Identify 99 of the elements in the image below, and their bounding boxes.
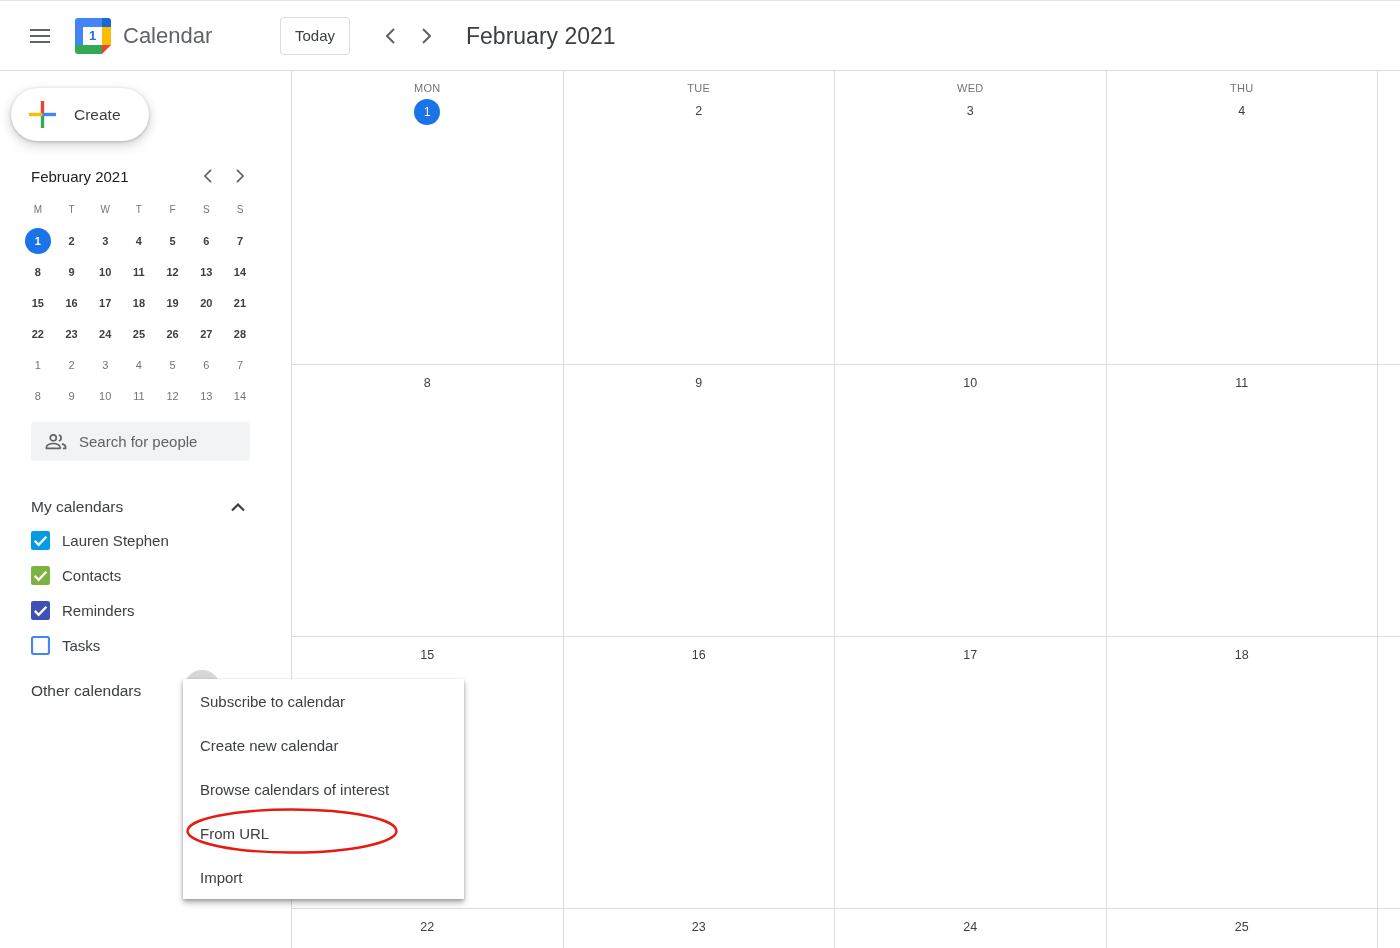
weekday-letter: T — [68, 203, 75, 216]
weekday-label: TUE — [687, 81, 711, 96]
date-number: 4 — [1237, 103, 1247, 120]
date-number: 16 — [690, 647, 707, 664]
mini-calendar-day[interactable]: 9 — [58, 258, 85, 285]
mini-calendar-day[interactable]: 14 — [226, 258, 253, 285]
date-number: 18 — [1233, 647, 1250, 664]
weekday-letter: S — [236, 203, 244, 216]
mini-calendar-day[interactable]: 25 — [125, 320, 152, 347]
calendar-name: Tasks — [62, 637, 101, 654]
weekday-letter: W — [100, 203, 110, 216]
weekday-letter: T — [135, 203, 142, 216]
mini-calendar-day[interactable]: 27 — [193, 320, 220, 347]
plus-icon — [29, 101, 56, 128]
mini-calendar-day[interactable]: 2 — [58, 351, 85, 378]
checkbox[interactable] — [31, 531, 50, 550]
date-number: 23 — [690, 919, 707, 936]
mini-calendar-day[interactable]: 2 — [58, 227, 85, 254]
mini-calendar-day[interactable]: 20 — [193, 289, 220, 316]
mini-calendar-day[interactable]: 14 — [226, 382, 253, 409]
mini-calendar-day[interactable]: 7 — [226, 227, 253, 254]
date-number: 10 — [962, 375, 979, 392]
menu-item[interactable]: Create new calendar — [183, 723, 464, 767]
mini-calendar-day[interactable]: 8 — [24, 382, 51, 409]
period-title: February 2021 — [466, 21, 616, 51]
mini-calendar-day[interactable]: 3 — [92, 351, 119, 378]
calendar-name: Contacts — [62, 567, 122, 584]
menu-item[interactable]: Import — [183, 855, 464, 899]
mini-calendar-day[interactable]: 13 — [193, 258, 220, 285]
mini-calendar-day[interactable]: 5 — [159, 227, 186, 254]
mini-calendar-day[interactable]: 22 — [24, 320, 51, 347]
date-number: 15 — [419, 647, 436, 664]
mini-calendar-day[interactable]: 6 — [193, 351, 220, 378]
people-search-field[interactable]: Search for people — [31, 422, 250, 461]
weekday-letter: F — [169, 203, 176, 216]
calendar-logo-icon — [75, 17, 111, 54]
section-title: My calendars — [31, 498, 124, 516]
weekday-label: THU — [1230, 81, 1254, 96]
date-number: 2 — [694, 103, 704, 120]
menu-item[interactable]: Subscribe to calendar — [183, 679, 464, 723]
checkbox[interactable] — [31, 566, 50, 585]
mini-calendar-day[interactable]: 18 — [125, 289, 152, 316]
calendar-name: Lauren Stephen — [62, 532, 169, 549]
date-number: 24 — [962, 919, 979, 936]
date-number: 11 — [1234, 375, 1250, 392]
mini-calendar-day[interactable]: 7 — [226, 351, 253, 378]
mini-calendar-day[interactable]: 4 — [125, 227, 152, 254]
mini-calendar-day[interactable]: 10 — [92, 382, 119, 409]
create-button[interactable]: Create — [11, 88, 149, 141]
mini-calendar-day[interactable]: 10 — [92, 258, 119, 285]
logo-day-number: 1 — [87, 27, 98, 43]
mini-calendar-day[interactable]: 16 — [58, 289, 85, 316]
people-icon — [45, 433, 67, 450]
chevron-left-icon — [385, 27, 395, 44]
weekday-label: MON — [413, 81, 441, 96]
mini-calendar-day[interactable]: 11 — [125, 382, 152, 409]
mini-calendar-day[interactable]: 4 — [125, 351, 152, 378]
weekday-label: WED — [956, 81, 984, 96]
mini-calendar-day[interactable]: 28 — [226, 320, 253, 347]
today-button[interactable]: Today — [280, 16, 351, 55]
mini-calendar-day[interactable]: 12 — [159, 258, 186, 285]
date-number: 8 — [422, 375, 432, 392]
mini-calendar-day[interactable]: 8 — [24, 258, 51, 285]
mini-calendar-day[interactable]: 24 — [92, 320, 119, 347]
mini-calendar-day[interactable]: 19 — [159, 289, 186, 316]
mini-calendar-day[interactable]: 6 — [193, 227, 220, 254]
weekday-letter: M — [33, 203, 42, 216]
mini-calendar-day[interactable]: 1 — [24, 227, 51, 254]
date-number: 25 — [1233, 919, 1250, 936]
date-number: 9 — [694, 375, 704, 392]
date-number: 17 — [962, 647, 979, 664]
section-title: Other calendars — [31, 682, 142, 700]
weekday-letter: S — [202, 203, 210, 216]
mini-calendar-day[interactable]: 15 — [24, 289, 51, 316]
menu-item[interactable]: Browse calendars of interest — [183, 767, 464, 811]
mini-calendar-day[interactable]: 5 — [159, 351, 186, 378]
mini-calendar-day[interactable]: 21 — [226, 289, 253, 316]
mini-calendar-day[interactable]: 23 — [58, 320, 85, 347]
mini-calendar-day[interactable]: 9 — [58, 382, 85, 409]
chevron-right-icon — [236, 169, 244, 183]
date-number: 3 — [965, 103, 975, 120]
date-number: 1 — [414, 99, 441, 125]
mini-calendar-day[interactable]: 13 — [193, 382, 220, 409]
mini-calendar-day[interactable]: 3 — [92, 227, 119, 254]
menu-item[interactable]: From URL — [183, 811, 464, 855]
mini-calendar-day[interactable]: 26 — [159, 320, 186, 347]
calendar-name: Reminders — [62, 602, 135, 619]
checkbox[interactable] — [31, 601, 50, 620]
mini-calendar-title: February 2021 — [31, 167, 129, 185]
checkbox[interactable] — [31, 636, 50, 655]
date-number: 22 — [419, 919, 436, 936]
app-name: Calendar — [123, 21, 213, 50]
chevron-right-icon — [421, 27, 431, 44]
mini-calendar-day[interactable]: 1 — [24, 351, 51, 378]
chevron-left-icon — [204, 169, 212, 183]
mini-calendar-day[interactable]: 17 — [92, 289, 119, 316]
mini-calendar-day[interactable]: 12 — [159, 382, 186, 409]
menu-icon — [30, 28, 50, 43]
mini-calendar-day[interactable]: 11 — [125, 258, 152, 285]
